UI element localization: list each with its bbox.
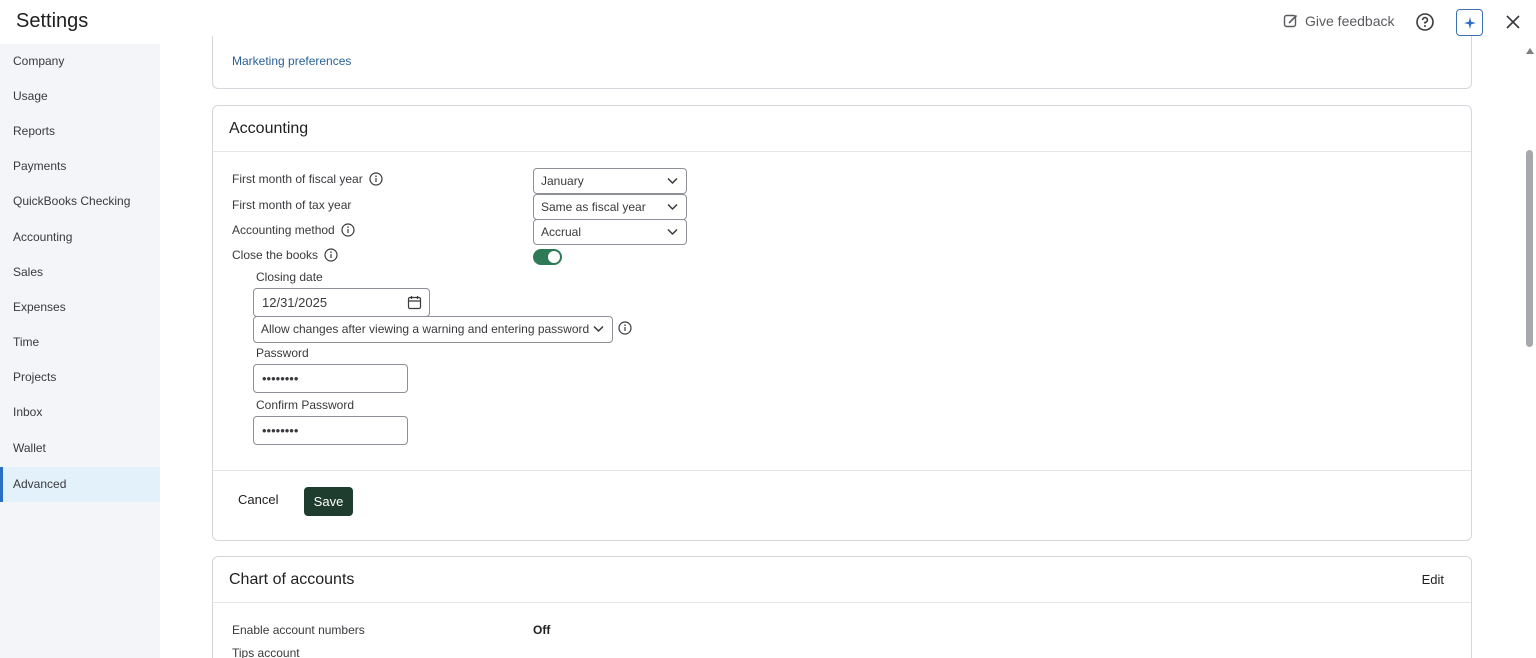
accounting-method-value: Accrual xyxy=(541,225,582,239)
info-icon[interactable] xyxy=(324,248,338,262)
password-label: Password xyxy=(256,346,309,360)
info-icon[interactable] xyxy=(369,172,383,186)
account-numbers-label: Enable account numbers xyxy=(232,623,365,637)
tax-year-row-label: First month of tax year xyxy=(232,198,351,212)
settings-content: Marketing preferences Accounting First m… xyxy=(160,36,1523,658)
scrollbar[interactable] xyxy=(1523,44,1536,658)
confirm-password-label: Confirm Password xyxy=(256,398,355,412)
tax-year-select[interactable]: Same as fiscal year xyxy=(533,194,687,220)
chart-of-accounts-title: Chart of accounts xyxy=(229,571,355,588)
chevron-down-icon xyxy=(667,228,678,236)
give-feedback-label: Give feedback xyxy=(1305,13,1395,29)
tips-account-label: Tips account xyxy=(232,646,300,658)
account-numbers-value: Off xyxy=(533,623,551,637)
accounting-method-row-label: Accounting method xyxy=(232,223,355,237)
sidebar-item-quickbooks-checking[interactable]: QuickBooks Checking xyxy=(0,184,160,219)
calendar-icon[interactable] xyxy=(407,295,422,310)
marketing-preferences-link[interactable]: Marketing preferences xyxy=(232,54,351,68)
sidebar-item-time[interactable]: Time xyxy=(0,325,160,360)
chevron-down-icon xyxy=(667,177,678,185)
closing-date-label: Closing date xyxy=(256,270,323,284)
close-icon[interactable] xyxy=(1505,14,1521,30)
fiscal-year-select[interactable]: January xyxy=(533,168,687,194)
toggle-knob xyxy=(548,251,560,263)
password-input[interactable]: •••••••• xyxy=(253,364,408,393)
accounting-method-label: Accounting method xyxy=(232,223,335,237)
sidebar-item-projects[interactable]: Projects xyxy=(0,360,160,395)
sidebar-item-advanced[interactable]: Advanced xyxy=(0,467,160,502)
tax-year-label: First month of tax year xyxy=(232,198,352,212)
confirm-password-input[interactable]: •••••••• xyxy=(253,416,408,445)
sidebar-item-accounting[interactable]: Accounting xyxy=(0,220,160,255)
sidebar-item-expenses[interactable]: Expenses xyxy=(0,290,160,325)
divider xyxy=(213,602,1471,603)
chevron-down-icon xyxy=(593,325,604,333)
sidebar-item-payments[interactable]: Payments xyxy=(0,149,160,184)
tax-year-value: Same as fiscal year xyxy=(541,200,646,214)
sidebar-item-sales[interactable]: Sales xyxy=(0,255,160,290)
divider xyxy=(213,151,1471,152)
info-icon[interactable] xyxy=(341,223,355,237)
save-button[interactable]: Save xyxy=(304,487,353,516)
sidebar-item-reports[interactable]: Reports xyxy=(0,114,160,149)
help-icon[interactable] xyxy=(1415,12,1435,32)
sidebar-item-usage[interactable]: Usage xyxy=(0,79,160,114)
edit-button[interactable]: Edit xyxy=(1422,572,1444,587)
close-books-changes-select[interactable]: Allow changes after viewing a warning an… xyxy=(253,316,613,343)
close-books-changes-value: Allow changes after viewing a warning an… xyxy=(261,322,590,336)
cancel-button[interactable]: Cancel xyxy=(238,492,278,507)
sidebar-item-inbox[interactable]: Inbox xyxy=(0,395,160,430)
close-books-row-label: Close the books xyxy=(232,248,338,262)
closing-date-input[interactable]: 12/31/2025 xyxy=(253,288,430,317)
fiscal-year-row-label: First month of fiscal year xyxy=(232,172,383,186)
marketing-card: Marketing preferences xyxy=(212,36,1472,89)
info-icon[interactable] xyxy=(618,321,632,335)
sidebar: Company Usage Reports Payments QuickBook… xyxy=(0,44,160,658)
chart-of-accounts-card: Chart of accounts Edit Enable account nu… xyxy=(212,556,1472,658)
give-feedback-button[interactable]: Give feedback xyxy=(1283,13,1395,29)
accounting-method-select[interactable]: Accrual xyxy=(533,219,687,245)
close-books-label: Close the books xyxy=(232,248,319,262)
chevron-down-icon xyxy=(667,203,678,211)
closing-date-value: 12/31/2025 xyxy=(262,295,328,310)
accounting-card: Accounting First month of fiscal year Ja… xyxy=(212,105,1472,541)
scroll-thumb[interactable] xyxy=(1526,150,1533,347)
assistant-button[interactable] xyxy=(1456,9,1483,36)
assistant-icon xyxy=(1463,16,1476,29)
scroll-up-arrow-icon[interactable] xyxy=(1526,48,1534,54)
fiscal-year-label: First month of fiscal year xyxy=(232,172,363,186)
close-books-toggle[interactable] xyxy=(533,249,562,265)
page-title: Settings xyxy=(16,10,89,32)
sidebar-item-wallet[interactable]: Wallet xyxy=(0,431,160,466)
divider xyxy=(213,470,1471,471)
feedback-icon xyxy=(1283,14,1298,28)
sidebar-item-company[interactable]: Company xyxy=(0,44,160,79)
accounting-title: Accounting xyxy=(229,120,309,137)
fiscal-year-value: January xyxy=(541,174,584,188)
